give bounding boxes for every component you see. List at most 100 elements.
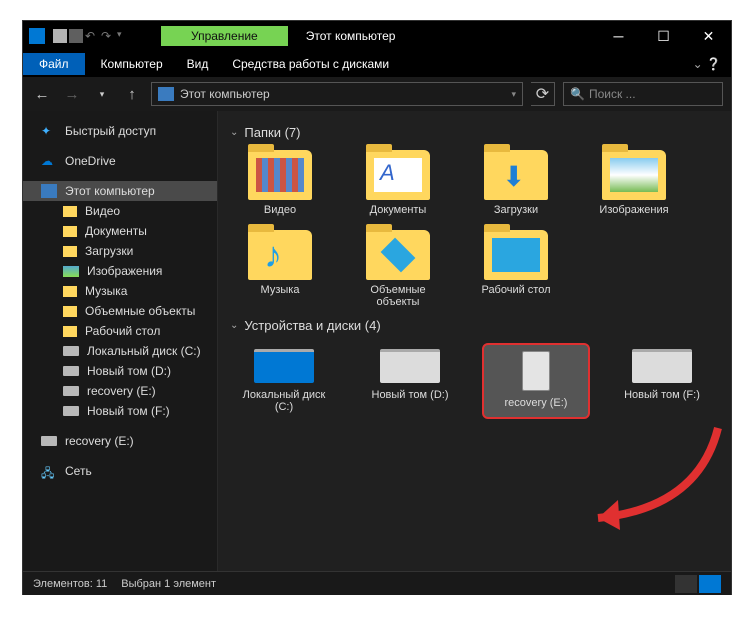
- group-drives-header[interactable]: ⌄ Устройства и диски (4): [230, 312, 719, 339]
- file-tab[interactable]: Файл: [23, 53, 85, 75]
- sidebar-label: Загрузки: [85, 244, 133, 258]
- breadcrumb[interactable]: Этот компьютер: [180, 87, 270, 101]
- drive-icon: [41, 436, 57, 446]
- sidebar-label: Новый том (D:): [87, 364, 171, 378]
- sidebar-label: Локальный диск (C:): [87, 344, 201, 358]
- cloud-icon: ☁: [41, 154, 57, 168]
- sidebar-label: recovery (E:): [87, 384, 156, 398]
- sidebar-recovery-dup[interactable]: recovery (E:): [23, 431, 217, 451]
- sidebar-label: Документы: [85, 224, 147, 238]
- sidebar-item-pictures[interactable]: Изображения: [23, 261, 217, 281]
- sidebar-label: Объемные объекты: [85, 304, 195, 318]
- sidebar-label: OneDrive: [65, 154, 116, 168]
- sidebar-item-video[interactable]: Видео: [23, 201, 217, 221]
- app-icon: [29, 28, 45, 44]
- drive-icon: [380, 349, 440, 383]
- drive-c[interactable]: Локальный диск (C:): [230, 343, 338, 419]
- view-details-button[interactable]: [675, 575, 697, 593]
- sidebar-item-desktop[interactable]: Рабочий стол: [23, 321, 217, 341]
- folder-downloads[interactable]: Загрузки: [466, 146, 566, 220]
- minimize-button[interactable]: ─: [596, 21, 641, 51]
- sidebar-network[interactable]: 🖧Сеть: [23, 461, 217, 481]
- folder-icon: [63, 246, 77, 257]
- chevron-down-icon: ⌄: [230, 320, 238, 331]
- quick-access-toolbar: ↶ ↷ ▾: [53, 29, 131, 43]
- status-bar: Элементов: 11 Выбран 1 элемент: [23, 571, 731, 595]
- folder-icon: [63, 286, 77, 297]
- chevron-down-icon: ⌄: [230, 127, 238, 138]
- qat-newfolder-icon[interactable]: [69, 29, 83, 43]
- up-button[interactable]: ↑: [121, 86, 143, 103]
- search-icon: 🔍: [570, 87, 585, 101]
- item-label: Новый том (F:): [610, 389, 714, 401]
- item-label: Документы: [352, 204, 444, 216]
- maximize-button[interactable]: ☐: [641, 21, 686, 51]
- search-input[interactable]: 🔍 Поиск ...: [563, 82, 723, 106]
- address-bar[interactable]: Этот компьютер ▾: [151, 82, 523, 106]
- view-icons-button[interactable]: [699, 575, 721, 593]
- item-label: recovery (E:): [486, 397, 586, 409]
- folder-video[interactable]: Видео: [230, 146, 330, 220]
- drive-f[interactable]: Новый том (F:): [608, 343, 716, 419]
- sidebar-item-drive-d[interactable]: Новый том (D:): [23, 361, 217, 381]
- tab-view[interactable]: Вид: [175, 53, 221, 75]
- ribbon-expand-icon[interactable]: ⌄ ❔: [693, 57, 721, 71]
- sidebar-this-pc[interactable]: Этот компьютер: [23, 181, 217, 201]
- qat-redo-icon[interactable]: ↷: [101, 29, 115, 43]
- pictures-icon: [63, 266, 79, 277]
- recent-dropdown-icon[interactable]: ▾: [91, 89, 113, 100]
- folder-pictures[interactable]: Изображения: [584, 146, 684, 220]
- star-icon: ✦: [41, 124, 57, 138]
- item-label: Изображения: [588, 204, 680, 216]
- qat-dropdown-icon[interactable]: ▾: [117, 29, 131, 43]
- drive-icon: [63, 406, 79, 416]
- sidebar-label: Быстрый доступ: [65, 124, 156, 138]
- close-button[interactable]: ✕: [686, 21, 731, 51]
- item-label: Музыка: [234, 284, 326, 296]
- status-selected: Выбран 1 элемент: [121, 578, 216, 590]
- sidebar-item-drive-e[interactable]: recovery (E:): [23, 381, 217, 401]
- sidebar-item-downloads[interactable]: Загрузки: [23, 241, 217, 261]
- drive-d[interactable]: Новый том (D:): [356, 343, 464, 419]
- item-label: Локальный диск (C:): [232, 389, 336, 413]
- drive-icon: [632, 349, 692, 383]
- item-label: Рабочий стол: [470, 284, 562, 296]
- sidebar-quick-access[interactable]: ✦ Быстрый доступ: [23, 121, 217, 141]
- item-label: Видео: [234, 204, 326, 216]
- drive-icon: [63, 366, 79, 376]
- item-label: Загрузки: [470, 204, 562, 216]
- sidebar-item-drive-f[interactable]: Новый том (F:): [23, 401, 217, 421]
- sidebar-item-documents[interactable]: Документы: [23, 221, 217, 241]
- qat-properties-icon[interactable]: [53, 29, 67, 43]
- sidebar-item-drive-c[interactable]: Локальный диск (C:): [23, 341, 217, 361]
- sidebar-label: Этот компьютер: [65, 184, 155, 198]
- group-folders-header[interactable]: ⌄ Папки (7): [230, 119, 719, 146]
- folder-3dobjects[interactable]: Объемные объекты: [348, 226, 448, 312]
- content-pane: ⌄ Папки (7) Видео Документы Загрузки Изо…: [218, 111, 731, 571]
- drive-icon: [254, 349, 314, 383]
- tab-drive-tools[interactable]: Средства работы с дисками: [220, 53, 401, 75]
- folder-documents[interactable]: Документы: [348, 146, 448, 220]
- qat-undo-icon[interactable]: ↶: [85, 29, 99, 43]
- item-label: Объемные объекты: [352, 284, 444, 308]
- back-button[interactable]: ←: [31, 86, 53, 103]
- navigation-pane: ✦ Быстрый доступ ☁ OneDrive Этот компьют…: [23, 111, 218, 571]
- folder-icon: [63, 226, 77, 237]
- drive-e-recovery[interactable]: recovery (E:): [482, 343, 590, 419]
- forward-button[interactable]: →: [61, 86, 83, 103]
- breadcrumb-dropdown-icon[interactable]: ▾: [511, 89, 516, 100]
- sidebar-onedrive[interactable]: ☁ OneDrive: [23, 151, 217, 171]
- status-count: Элементов: 11: [33, 578, 107, 590]
- sidebar-label: Музыка: [85, 284, 127, 298]
- group-label: Папки (7): [244, 125, 300, 140]
- folder-desktop[interactable]: Рабочий стол: [466, 226, 566, 312]
- refresh-button[interactable]: ⟳: [531, 82, 555, 106]
- sidebar-label: Изображения: [87, 264, 162, 278]
- tab-computer[interactable]: Компьютер: [89, 53, 175, 75]
- sidebar-item-3dobjects[interactable]: Объемные объекты: [23, 301, 217, 321]
- sidebar-item-music[interactable]: Музыка: [23, 281, 217, 301]
- folder-music[interactable]: Музыка: [230, 226, 330, 312]
- contextual-tab[interactable]: Управление: [161, 26, 288, 46]
- search-placeholder: Поиск ...: [589, 87, 636, 101]
- sidebar-label: Видео: [85, 204, 120, 218]
